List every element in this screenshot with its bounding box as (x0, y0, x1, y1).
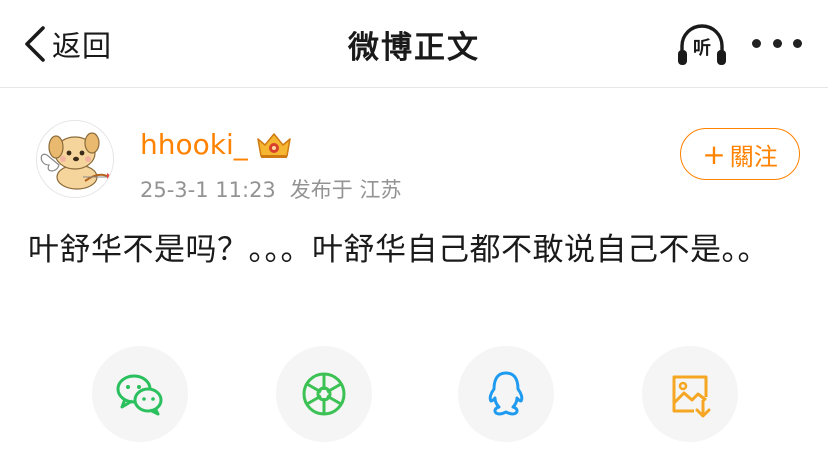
wechat-icon (116, 374, 163, 416)
qq-icon (488, 371, 524, 416)
post-meta: 25-3-1 11:23 发布于 江苏 (140, 174, 415, 204)
dot-icon (772, 38, 782, 48)
save-image-icon (672, 375, 711, 418)
save-image-button[interactable] (642, 346, 738, 442)
post-location: 发布于 江苏 (289, 178, 402, 202)
share-moments-button[interactable] (276, 346, 372, 442)
plus-icon: + (702, 137, 726, 171)
moments-icon (302, 372, 346, 416)
cupid-dog-avatar-icon (37, 121, 113, 197)
post-date: 25-3-1 11:23 (140, 178, 276, 202)
avatar[interactable] (36, 120, 114, 198)
dot-icon (752, 38, 761, 48)
username-link[interactable]: hhooki_ (140, 128, 248, 161)
share-qq-button[interactable] (458, 346, 554, 442)
follow-label: 關注 (729, 142, 778, 171)
listen-button[interactable]: 听 (674, 22, 730, 68)
share-wechat-button[interactable] (92, 346, 188, 442)
dot-icon (793, 38, 802, 48)
listen-label: 听 (693, 38, 711, 59)
post-content: 叶舒华不是吗？。。。叶舒华自己都不敢说自己不是。。 (28, 232, 769, 268)
more-options-button[interactable] (752, 30, 802, 56)
follow-button[interactable]: + 關注 (680, 128, 800, 180)
crown-badge-icon (257, 133, 291, 158)
top-navigation-bar: 返回 微博正文 听 (0, 0, 828, 88)
